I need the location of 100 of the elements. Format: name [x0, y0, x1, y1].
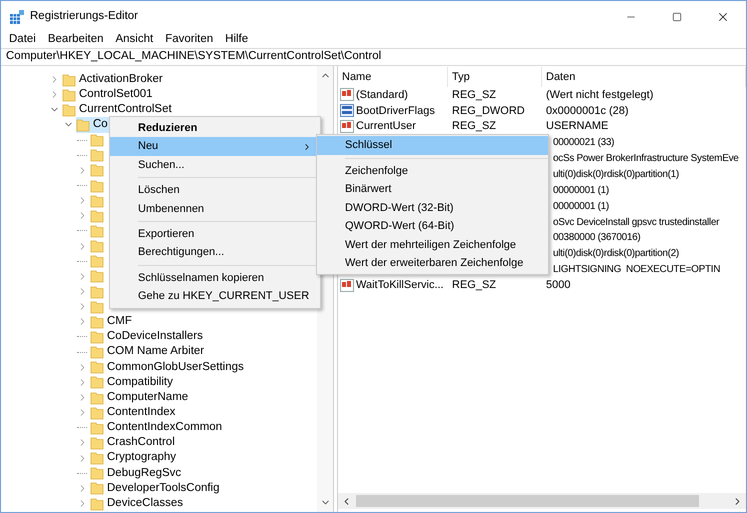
folder-icon	[90, 163, 104, 178]
tree-item[interactable]: Co	[76, 117, 111, 133]
folder-icon	[90, 239, 104, 254]
column-header[interactable]: Name	[338, 67, 448, 87]
tree-item[interactable]: ContentIndexCommon	[90, 420, 226, 436]
tree-item[interactable]: CurrentControlSet	[62, 102, 175, 118]
string-value-icon	[340, 88, 354, 102]
value-data: LIGHTSIGNING NOEXECUTE=OPTIN	[553, 263, 720, 278]
folder-icon	[90, 208, 104, 223]
folder-icon	[90, 481, 104, 496]
folder-icon	[90, 254, 104, 268]
value-name[interactable]: BootDriverFlags	[356, 102, 435, 120]
folder-icon	[90, 133, 104, 148]
folder-icon	[62, 88, 76, 102]
folder-icon	[90, 420, 104, 435]
folder-icon	[90, 360, 104, 374]
tree-item[interactable]: CommonGlobUserSettings	[90, 360, 247, 375]
menu-option[interactable]: Berechtigungen...	[110, 243, 320, 262]
value-data: (Wert nicht festgelegt)	[545, 88, 654, 103]
value-type: REG_SZ	[451, 278, 498, 294]
window-title: Registrierungs-Editor	[30, 8, 138, 24]
folder-icon	[90, 406, 104, 420]
menu-option[interactable]: QWORD-Wert (64-Bit)	[317, 217, 548, 236]
menu-option[interactable]: Gehe zu HKEY_CURRENT_USER	[110, 287, 320, 306]
value-name[interactable]: WaitToKillServic...	[356, 277, 444, 294]
menu-item[interactable]: Bearbeiten	[42, 31, 110, 49]
folder-icon	[90, 466, 104, 480]
tree-item[interactable]: ComputerName	[90, 390, 192, 406]
folder-icon	[62, 72, 76, 87]
folder-icon	[90, 375, 104, 390]
folder-icon	[90, 496, 104, 510]
tree-item[interactable]: DebugRegSvc	[90, 466, 184, 481]
scrollbar-thumb[interactable]	[356, 495, 699, 507]
menu-option[interactable]: Exportieren	[110, 224, 320, 244]
value-data: 00000001 (1)	[553, 200, 609, 214]
tree-item[interactable]: Compatibility	[90, 374, 176, 390]
value-type: REG_DWORD	[451, 104, 526, 119]
folder-icon	[90, 269, 104, 284]
horizontal-scrollbar[interactable]	[338, 493, 746, 509]
menu-option[interactable]: Reduzieren	[110, 119, 320, 138]
tree-item[interactable]: CoDeviceInstallers	[90, 329, 206, 345]
maximize-icon	[672, 12, 682, 22]
folder-icon	[90, 148, 104, 162]
folder-icon	[90, 284, 104, 299]
value-data: 00000001 (1)	[553, 184, 609, 198]
folder-icon	[90, 451, 104, 466]
menu-option[interactable]: DWORD-Wert (32-Bit)	[317, 198, 548, 217]
value-type: REG_SZ	[451, 119, 498, 134]
menu-option[interactable]: Umbenennen	[110, 200, 320, 218]
menu-option[interactable]: Schlüsselnamen kopieren	[110, 268, 320, 288]
value-data: 00380000 (3670016)	[553, 231, 640, 246]
menu-option[interactable]: Zeichenfolge	[317, 162, 548, 180]
value-data: oSvc DeviceInstall gpsvc trustedinstaller	[553, 216, 720, 230]
column-header[interactable]: Daten	[542, 67, 746, 87]
folder-icon	[90, 314, 104, 329]
binary-value-icon	[340, 104, 354, 118]
folder-icon	[76, 118, 90, 132]
tree-item[interactable]: CMF	[90, 314, 135, 330]
tree-item[interactable]: DeviceClasses	[90, 496, 186, 512]
folder-icon	[90, 300, 104, 314]
value-data: ulti(0)disk(0)rdisk(0)partition(2)	[553, 247, 679, 262]
address-bar[interactable]: Computer\HKEY_LOCAL_MACHINE\SYSTEM\CurrentControlSet\Control	[1, 48, 746, 66]
folder-icon	[90, 345, 104, 360]
string-value-icon	[340, 279, 354, 292]
menu-option[interactable]: Suchen...	[110, 156, 320, 174]
tree-item[interactable]: ActivationBroker	[62, 72, 166, 88]
tree-item[interactable]: ControlSet001	[62, 87, 156, 102]
value-data: USERNAME	[545, 119, 608, 134]
registry-app-icon	[10, 10, 24, 24]
column-header[interactable]: Typ	[448, 67, 542, 87]
menu-item[interactable]: Datei	[3, 31, 42, 49]
string-value-icon	[340, 120, 354, 134]
tree-item[interactable]: ContentIndex	[90, 405, 178, 420]
tree-item[interactable]: DeveloperToolsConfig	[90, 480, 223, 496]
menu-option[interactable]: Löschen	[110, 181, 320, 200]
value-data: 00000021 (33)	[553, 136, 614, 150]
value-data: 5000	[545, 278, 570, 294]
value-name[interactable]: (Standard)	[356, 86, 408, 104]
tree-item[interactable]: Cryptography	[90, 450, 180, 466]
folder-icon	[90, 224, 104, 238]
folder-icon	[90, 194, 104, 208]
value-name[interactable]: CurrentUser	[356, 118, 416, 135]
folder-icon	[90, 178, 104, 193]
folder-icon	[90, 330, 104, 344]
folder-icon	[90, 436, 104, 450]
menu-option[interactable]: Schlüssel	[317, 136, 548, 154]
menu-option[interactable]: Wert der erweiterbaren Zeichenfolge	[317, 254, 548, 272]
tree-item[interactable]: COM Name Arbiter	[90, 344, 208, 360]
menu-item[interactable]: Favoriten	[159, 31, 220, 49]
menu-option[interactable]: Wert der mehrteiligen Zeichenfolge	[317, 236, 548, 254]
menu-item[interactable]: Hilfe	[219, 31, 254, 49]
value-data: 0x0000001c (28)	[545, 104, 629, 119]
folder-icon	[62, 102, 76, 117]
menu-option[interactable]: Binärwert	[317, 180, 548, 198]
menu-item[interactable]: Ansicht	[109, 31, 160, 49]
folder-icon	[90, 390, 104, 405]
value-data: ulti(0)disk(0)rdisk(0)partition(1)	[553, 168, 679, 182]
value-data: ocSs Power BrokerInfrastructure SystemEve	[553, 152, 739, 166]
value-type: REG_SZ	[451, 88, 498, 103]
tree-item[interactable]: CrashControl	[90, 435, 178, 451]
